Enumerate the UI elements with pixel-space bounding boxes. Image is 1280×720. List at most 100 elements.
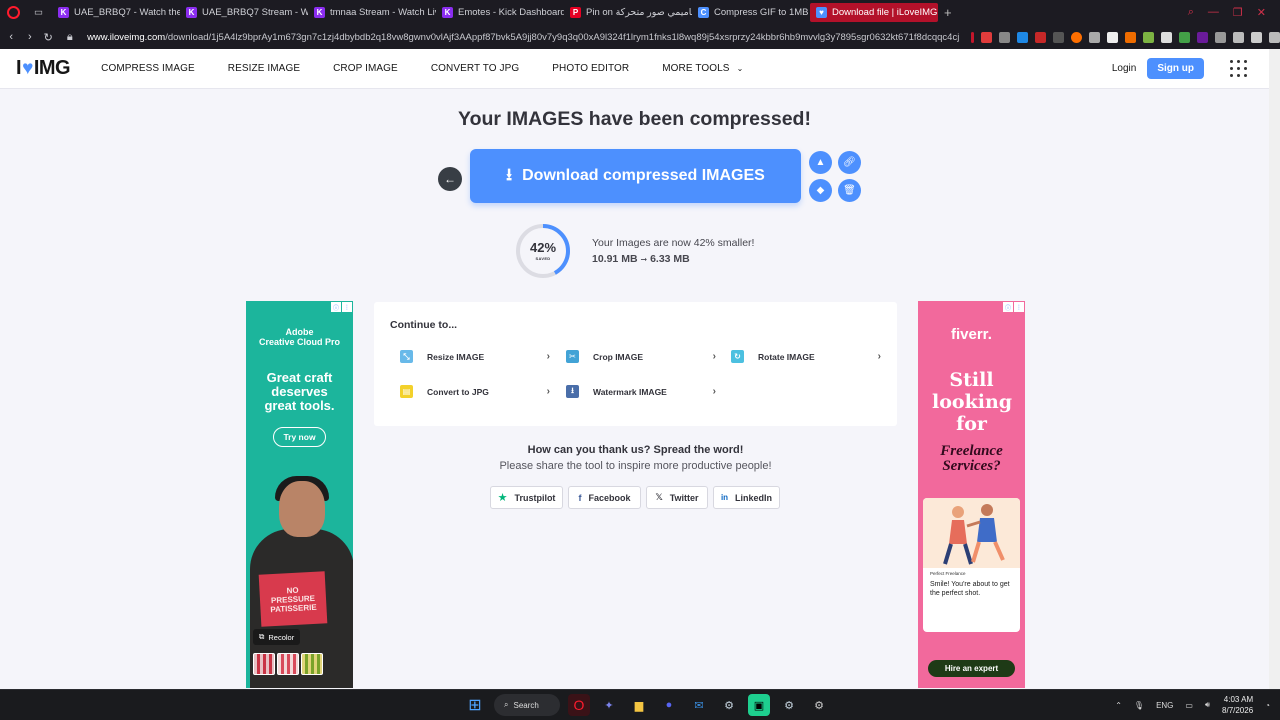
file-explorer-icon[interactable]: ▆ [628,694,650,716]
menu-crop-image[interactable]: CROP IMAGE [333,63,398,74]
system-clock[interactable]: 4:03 AM 8/7/2026 [1222,694,1253,716]
download-label: Download compressed IMAGES [522,167,765,184]
opera-taskbar-icon[interactable]: O [568,694,590,716]
extension-icon[interactable] [1107,31,1119,43]
tool-label: Watermark IMAGE [593,386,667,397]
google-drive-button[interactable]: ▲ [809,151,832,174]
iloveimg-logo[interactable]: I ♥ IMG [16,57,71,80]
delete-button[interactable]: 🗑︎ [838,179,861,202]
url-field[interactable]: www.iloveimg.com/download/1j5A4lz9bprAy1… [87,32,959,43]
search-tabs-icon[interactable]: ⌕ [1188,6,1194,19]
microphone-icon[interactable]: 🎙︎ [1134,701,1144,710]
twitter-button[interactable]: 𝕏 Twitter [646,486,708,509]
taskbar-search[interactable]: ⌕ Search [494,694,560,716]
signup-button[interactable]: Sign up [1147,58,1204,79]
network-icon[interactable]: ▭ [1185,701,1193,710]
crop-icon: ✂ [566,350,579,363]
notification-icon[interactable]: ◔ [1265,701,1270,710]
browser-tab[interactable]: C Compress GIF to 1MB [692,0,810,25]
ad-info-icon[interactable]: ⓘ [1003,302,1013,312]
login-link[interactable]: Login [1112,63,1136,74]
extension-icon[interactable] [1053,31,1065,43]
browser-tab[interactable]: K Emotes - Kick Dashboard [436,0,564,25]
continue-convert-to-jpg[interactable]: ▤ Convert to JPG › [400,385,550,398]
browser-tab[interactable]: P Pin on تصاميمي صور متحركة [564,0,692,25]
ad-close-icon[interactable]: ⋮ [1014,302,1024,312]
discord-icon[interactable]: ● [658,694,680,716]
back-button[interactable]: ← [438,167,462,191]
continue-resize-image[interactable]: ⤡ Resize IMAGE › [400,350,550,363]
forward-icon[interactable]: › [21,31,40,43]
app-icon[interactable]: ▣ [748,694,770,716]
ad-close-icon[interactable]: ⋮ [342,302,352,312]
menu-resize-image[interactable]: RESIZE IMAGE [228,63,300,74]
minimize-icon[interactable]: — [1208,6,1219,19]
steam-icon[interactable]: ⚙ [718,694,740,716]
continue-crop-image[interactable]: ✂ Crop IMAGE › [566,350,716,363]
page-title: Your IMAGES have been compressed! [458,108,811,130]
maximize-icon[interactable]: ❐ [1233,6,1243,19]
swatch [253,653,275,675]
chevron-right-icon: › [877,351,881,362]
reload-icon[interactable]: ↻ [39,31,58,44]
linkedin-button[interactable]: in LinkedIn [713,486,780,509]
facebook-button[interactable]: f Facebook [568,486,641,509]
extensions-bar [971,31,1280,43]
opera-menu-button[interactable] [0,0,26,25]
chevron-up-icon[interactable]: ⌃ [1115,701,1122,710]
trustpilot-button[interactable]: ★ Trustpilot [490,486,563,509]
extension-icon[interactable] [981,31,993,43]
extension-icon[interactable] [1089,31,1101,43]
browser-tab[interactable]: ♥ Download file | iLoveIMG [810,3,938,22]
download-icon[interactable] [1233,31,1245,43]
menu-icon[interactable] [1269,31,1280,43]
volume-icon[interactable]: 🔊︎ [1205,700,1210,710]
windows-start-icon[interactable]: ⊞ [464,694,486,716]
smaller-message: Your Images are now 42% smaller! [592,237,755,249]
new-tab-button[interactable]: + [938,5,958,20]
sidebar-toggle[interactable]: ▭ [26,0,52,25]
fiverr-advertisement[interactable]: ⓘ ⋮ fiverr. Still looking for Freelance S… [918,301,1025,688]
extension-icon[interactable] [999,31,1011,43]
back-icon[interactable]: ‹ [2,31,21,43]
page-scrollbar[interactable] [1269,49,1280,689]
menu-photo-editor[interactable]: PHOTO EDITOR [552,63,629,74]
continue-rotate-image[interactable]: ↻ Rotate IMAGE › [731,350,881,363]
download-compressed-button[interactable]: ⭳ Download compressed IMAGES [470,149,801,203]
extension-icon[interactable] [1143,31,1155,43]
menu-convert-to-jpg[interactable]: CONVERT TO JPG [431,63,519,74]
size-summary: 10.91 MB ➞ 6.33 MB [592,253,690,265]
extension-icon[interactable] [1197,31,1209,43]
extensions-puzzle-icon[interactable] [1215,31,1227,43]
fiverr-hire-button[interactable]: Hire an expert [928,660,1015,677]
apps-grid-icon[interactable] [1230,60,1247,77]
steam-icon-2[interactable]: ⚙ [778,694,800,716]
ad-info-icon[interactable]: ⓘ [331,302,341,312]
browser-tab[interactable]: K UAE_BRBQ7 Stream - Watc [180,0,308,25]
x-twitter-icon: 𝕏 [655,492,663,502]
settings-icon[interactable]: ⚙ [808,694,830,716]
extension-icon[interactable] [1035,31,1047,43]
browser-tab[interactable]: K UAE_BRBQ7 - Watch the VO [52,0,180,25]
share-link-button[interactable]: 🔗︎ [838,151,861,174]
continue-watermark-image[interactable]: ⭳ Watermark IMAGE › [566,385,716,398]
snapshot-icon[interactable] [1251,31,1263,43]
language-indicator[interactable]: ENG [1156,701,1173,710]
menu-more-tools[interactable]: MORE TOOLS ⌄ [662,63,743,74]
trash-icon: 🗑︎ [843,185,856,196]
teams-icon[interactable]: ✦ [598,694,620,716]
adobe-headline: Great craft deserves great tools. [264,370,335,413]
saved-label: SAVED [535,256,551,261]
adobe-try-now-button[interactable]: Try now [273,427,326,447]
extension-icon[interactable] [1161,31,1173,43]
browser-tab[interactable]: Ktmnaa Stream - Watch Live [308,0,436,25]
extension-icon[interactable] [1071,31,1083,43]
extension-icon[interactable] [1017,31,1029,43]
menu-compress-image[interactable]: COMPRESS IMAGE [101,63,195,74]
close-window-icon[interactable]: ✕ [1257,6,1266,19]
dropbox-button[interactable]: ◆ [809,179,832,202]
adobe-advertisement[interactable]: ⓘ ⋮ Adobe Creative Cloud Pro Great craft … [246,301,353,688]
extension-icon[interactable] [1125,31,1137,43]
extension-icon[interactable] [1179,31,1191,43]
mail-icon[interactable]: ✉ [688,694,710,716]
